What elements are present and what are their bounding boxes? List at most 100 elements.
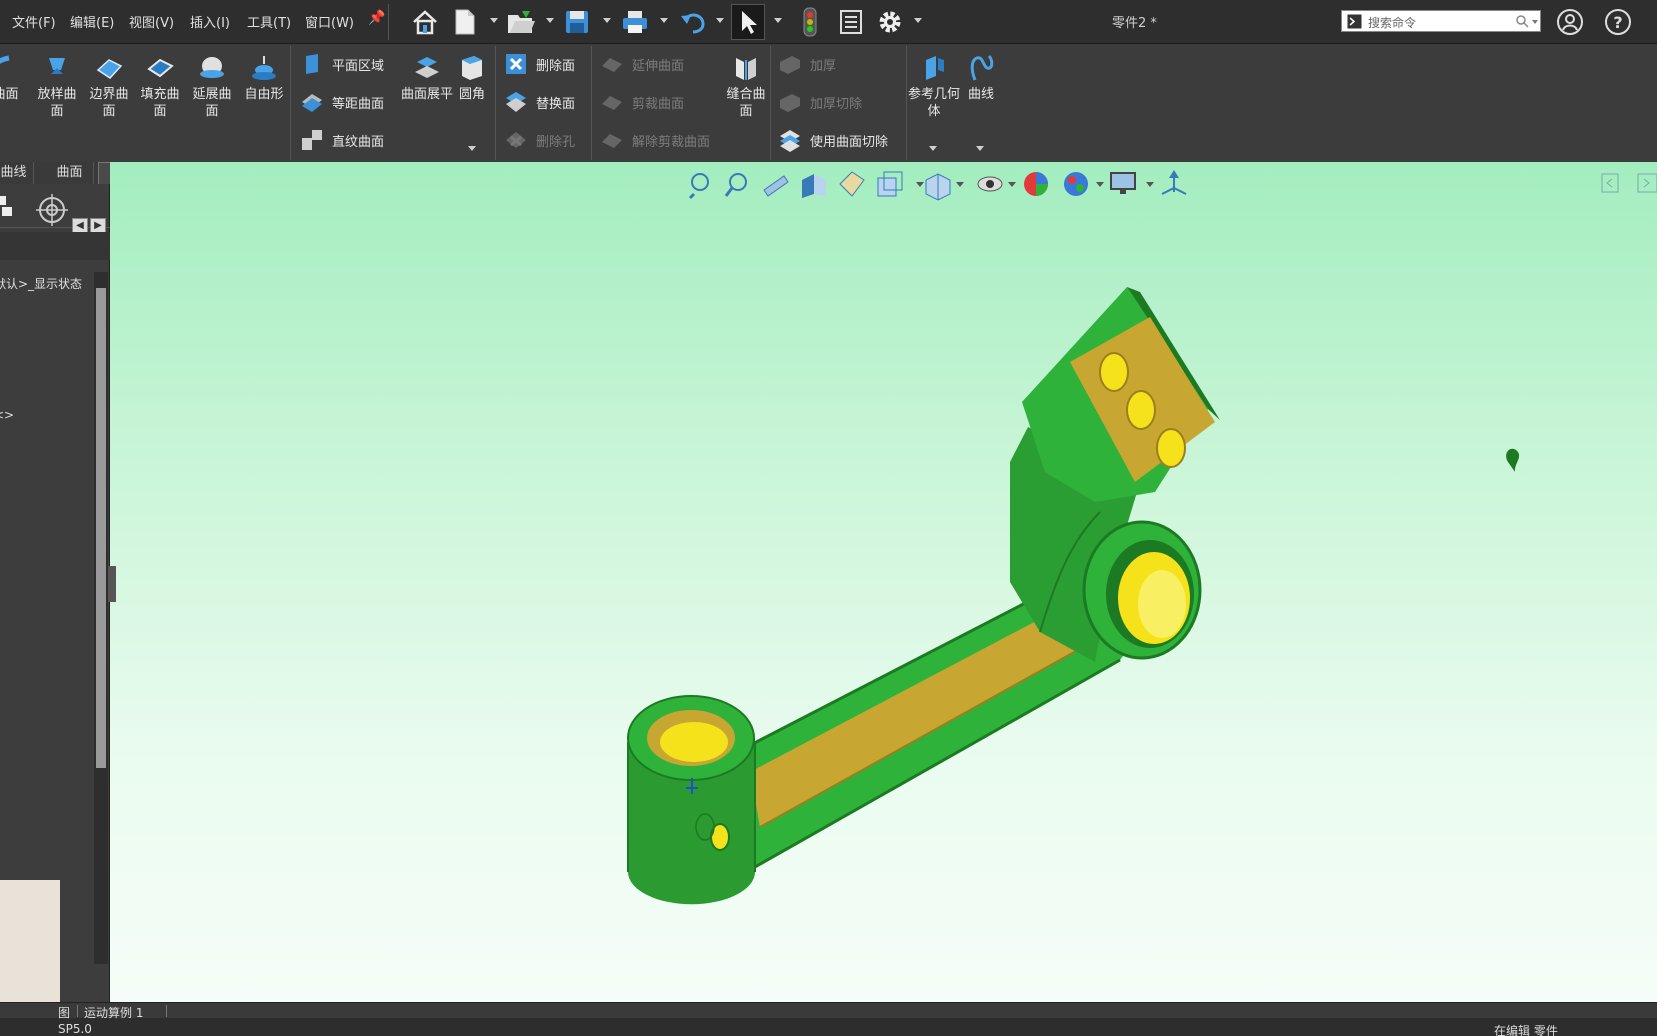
swept-surface-label: 描曲面 [0,87,19,102]
trim-surface-button[interactable]: 剪裁曲面 [600,88,684,116]
menu-insert[interactable]: 插入(I) [190,12,230,31]
delete-face-label: 删除面 [536,58,576,74]
tree-item-2[interactable]: <> [0,408,14,422]
fillet-icon [462,56,482,80]
divider [388,4,389,40]
vertical-scrollbar[interactable] [94,272,108,964]
scrollbar-thumb[interactable] [96,288,106,768]
swept-surface-button[interactable]: 描曲面 [0,54,24,103]
graphics-viewport[interactable] [110,162,1657,1002]
tree-item-display-state[interactable]: 默认>_显示状态 [0,275,82,292]
group2-dropdown-icon[interactable] [468,146,476,151]
select-pointer-icon[interactable] [731,4,765,40]
knit-surface-label: 缝合曲面 [726,87,766,119]
menu-tools[interactable]: 工具(T) [247,12,291,31]
curves-dropdown-icon[interactable] [976,146,984,151]
fillet-button[interactable]: 圆角 [448,54,496,103]
search-dropdown-icon[interactable] [1532,20,1538,24]
tab-motion-study-1[interactable]: 运动算例 1 [84,1004,143,1021]
home-icon[interactable] [408,6,442,38]
thickened-cut-icon [780,94,800,112]
delete-hole-button[interactable]: 删除孔 [504,126,575,154]
reference-geometry-dropdown-icon[interactable] [929,146,937,151]
panel-resize-handle[interactable] [108,566,116,602]
file-properties-icon[interactable] [834,6,868,38]
options-dropdown-icon[interactable] [914,18,922,23]
knit-surface-button[interactable]: 缝合曲面 [722,54,770,120]
offset-surface-icon [302,94,322,112]
reference-geometry-button[interactable]: 参考几何体 [908,54,960,120]
filled-surface-button[interactable]: 填充曲面 [135,54,185,120]
menu-window[interactable]: 窗口(W) [305,12,354,31]
status-editing-part: 在编辑 零件 [1494,1024,1558,1036]
pin-icon[interactable]: 📌 [368,10,385,26]
open-dropdown-icon[interactable] [546,18,554,23]
menu-view[interactable]: 视图(V) [129,12,174,31]
curves-icon [970,54,994,81]
replace-face-button[interactable]: 替换面 [504,88,575,116]
tab-curves[interactable]: 曲线(C) [0,162,34,202]
help-icon[interactable]: ? [1601,6,1635,38]
undo-dropdown-icon[interactable] [716,18,724,23]
featuremanager-panel: ◀ ▶ 默认>_显示状态 <> [0,184,116,1002]
select-dropdown-icon[interactable] [774,18,782,23]
extend-surface-row-button[interactable]: 延伸曲面 [600,50,684,78]
surface-flatten-label: 曲面展平 [401,87,454,102]
curves-button[interactable]: 曲线 [956,54,1006,103]
save-icon[interactable] [560,6,594,38]
boundary-surface-icon [96,59,123,79]
untrim-surface-button[interactable]: 解除剪裁曲面 [600,126,710,154]
boundary-surface-label: 边界曲面 [89,87,129,119]
configuration-target-icon[interactable] [36,194,68,226]
ribbon-separator [770,46,771,160]
undo-icon[interactable] [676,6,710,38]
bolt-hole-2 [1126,390,1156,430]
planar-surface-button[interactable]: 平面区域 [300,50,384,78]
cut-with-surface-button[interactable]: 使用曲面切除 [778,126,888,154]
thicken-button[interactable]: 加厚 [778,50,836,78]
knit-surface-icon [736,58,756,80]
print-icon[interactable] [618,6,652,38]
connecting-rod-3d-model[interactable] [110,162,1657,1002]
save-dropdown-icon[interactable] [603,18,611,23]
trim-surface-label: 剪裁曲面 [632,96,685,112]
menu-file[interactable]: 文件(F) [12,12,56,31]
new-document-icon[interactable] [448,6,482,38]
bottom-status-area: 图 运动算例 1 SP5.0 在编辑 零件 [0,1002,1657,1036]
tab-surfaces[interactable]: 曲面 [46,162,94,184]
extend-surface-disabled-icon [602,58,622,72]
curves-label: 曲线 [967,87,994,102]
open-icon[interactable] [504,6,538,38]
loft-surface-icon [49,58,65,74]
fillet-label: 圆角 [458,87,485,102]
feature-tree-tab-icon[interactable] [0,196,14,218]
freeform-button[interactable]: 自由形 [239,54,289,103]
search-commands-input[interactable]: 搜索命令 [1341,10,1541,32]
ribbon-separator [495,46,496,160]
loft-surface-button[interactable]: 放样曲面 [32,54,82,120]
options-gear-icon[interactable] [873,6,907,38]
commandmanager-ribbon: 描曲面 放样曲面 边界曲面 填充曲面 延展曲面 自由形 平面区域 [0,44,1657,162]
model-tabs-bar: 图 运动算例 1 [0,1002,1657,1021]
surface-flatten-button[interactable]: 曲面展平 [401,54,453,103]
extend-surface-icon [200,57,224,78]
svg-text:?: ? [1613,13,1622,32]
boundary-surface-button[interactable]: 边界曲面 [84,54,134,120]
tab-model[interactable]: 图 [58,1004,70,1021]
delete-face-button[interactable]: 删除面 [504,50,575,78]
rebuild-traffic-light-icon[interactable] [793,6,827,38]
ruled-surface-button[interactable]: 直纹曲面 [300,126,384,154]
user-account-icon[interactable] [1553,6,1587,38]
tree-filter-bar [0,232,110,260]
menu-edit[interactable]: 编辑(E) [70,12,114,31]
extend-surface-button[interactable]: 延展曲面 [187,54,237,120]
print-dropdown-icon[interactable] [660,18,668,23]
thickened-cut-button[interactable]: 加厚切除 [778,88,862,116]
new-dropdown-icon[interactable] [490,18,498,23]
mouse-cursor-icon [1506,448,1520,472]
untrim-surface-icon [602,134,622,148]
offset-surface-button[interactable]: 等距曲面 [300,88,384,116]
thicken-icon [780,56,800,74]
filled-surface-label: 填充曲面 [140,87,180,119]
ruled-surface-label: 直纹曲面 [332,134,385,150]
